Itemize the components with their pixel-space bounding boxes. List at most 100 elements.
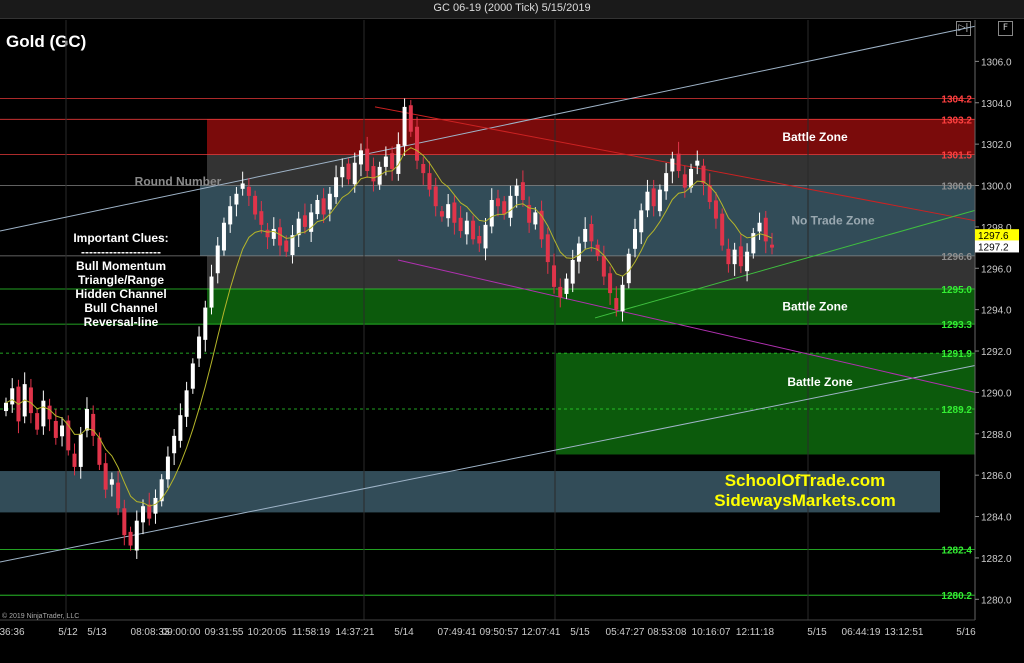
candle-body [153,497,158,514]
y-tick-label: 1292.0 [981,347,1012,358]
candle-body [321,198,326,215]
candle-body [682,174,687,188]
x-tick-label: 09:00:00 [162,627,201,638]
candle-body [203,307,208,340]
x-tick-label: 36:36 [0,627,25,638]
candle-body [172,435,177,454]
candle-body [408,105,413,132]
candle-body [234,193,239,205]
promo-school-of-trade: SchoolOfTrade.com [724,471,886,490]
candle-body [402,106,407,146]
candle-body [452,202,457,223]
candle-body [134,520,139,551]
candle-body [78,433,83,467]
candle-body [421,164,426,174]
candle-body [122,508,127,536]
battle-zone-mid-label: Battle Zone [782,300,848,314]
candle-body [576,243,581,262]
price-level-label: 1301.5 [941,150,972,161]
x-tick-label: 05:47:27 [606,627,645,638]
candle-body [340,166,345,178]
x-tick-label: 5/15 [570,627,590,638]
candle-body [439,211,444,217]
candle-body [165,456,170,480]
candle-body [676,153,681,172]
candle-body [315,200,320,215]
round-number-label: Round Number [135,174,222,188]
price-chart[interactable]: 1280.0 1282.0 1284.0 1286.0 1288.0 1290.0 1292… [0,0,1024,663]
gray-lower-zone [207,255,975,289]
candle-body [477,236,482,244]
price-level-label: 1304.2 [941,95,972,106]
y-tick-label: 1290.0 [981,388,1012,399]
clues-divider: -------------------- [81,245,161,259]
candle-body [53,420,58,438]
candle-body [116,482,121,509]
x-tick-label: 06:44:19 [842,627,881,638]
candle-body [346,163,351,180]
candle-body [221,222,226,251]
candle-body [284,240,289,252]
candle-body [533,212,538,225]
x-tick-label: 12:07:41 [522,627,561,638]
candle-body [215,245,220,274]
important-clues-panel: Important Clues: -------------------- Bu… [56,231,186,329]
x-tick-label: 14:37:21 [336,627,375,638]
candle-body [365,148,370,172]
candle-body [41,400,46,427]
clue-item: Hidden Channel [75,287,167,301]
candle-body [657,189,662,212]
x-tick-label: 5/13 [87,627,107,638]
candle-body [103,463,108,490]
x-tick-label: 09:50:57 [480,627,519,638]
candle-body [639,210,644,233]
candle-body [228,206,233,225]
candle-body [720,213,725,246]
candle-body [489,200,494,227]
candle-body [632,228,637,249]
candle-body [358,150,363,165]
candle-body [334,177,339,198]
candle-body [302,215,307,227]
clues-title: Important Clues: [73,231,169,245]
x-tick-label: 5/12 [58,627,78,638]
candle-body [738,246,743,267]
clue-item: Bull Momentum [76,259,166,273]
candle-body [84,408,89,431]
candle-body [589,224,594,242]
price-level-label: 1289.2 [941,405,972,416]
price-level-label: 1280.2 [941,591,972,602]
price-level-label: 1300.0 [941,182,972,193]
candle-body [371,166,376,182]
price-level-label: 1296.6 [941,252,972,263]
battle-zone-low-label: Battle Zone [787,375,853,389]
y-tick-label: 1306.0 [981,57,1012,68]
candle-body [178,415,183,441]
candle-body [433,186,438,207]
y-tick-label: 1294.0 [981,306,1012,317]
candle-body [726,248,731,265]
candle-body [278,227,283,246]
candle-body [651,188,656,207]
clue-item: Triangle/Range [77,273,165,287]
candle-body [701,165,706,184]
candle-body [464,220,469,235]
candle-body [770,244,774,248]
candle-body [495,198,500,207]
price-level-label: 1291.9 [941,349,972,360]
last-price-label: 1297.2 [978,242,1009,253]
candle-body [271,228,276,239]
candle-body [390,153,395,169]
x-tick-label: 12:11:18 [736,627,775,638]
candle-body [253,195,258,215]
candle-body [601,255,606,277]
candle-body [427,173,432,190]
candle-body [47,405,52,420]
y-tick-label: 1296.0 [981,264,1012,275]
resistance-battle-zone [207,119,975,155]
candle-body [508,195,513,218]
y-tick-label: 1286.0 [981,471,1012,482]
x-tick-label: 10:20:05 [248,627,287,638]
candle-body [620,284,625,312]
candle-body [570,260,575,284]
